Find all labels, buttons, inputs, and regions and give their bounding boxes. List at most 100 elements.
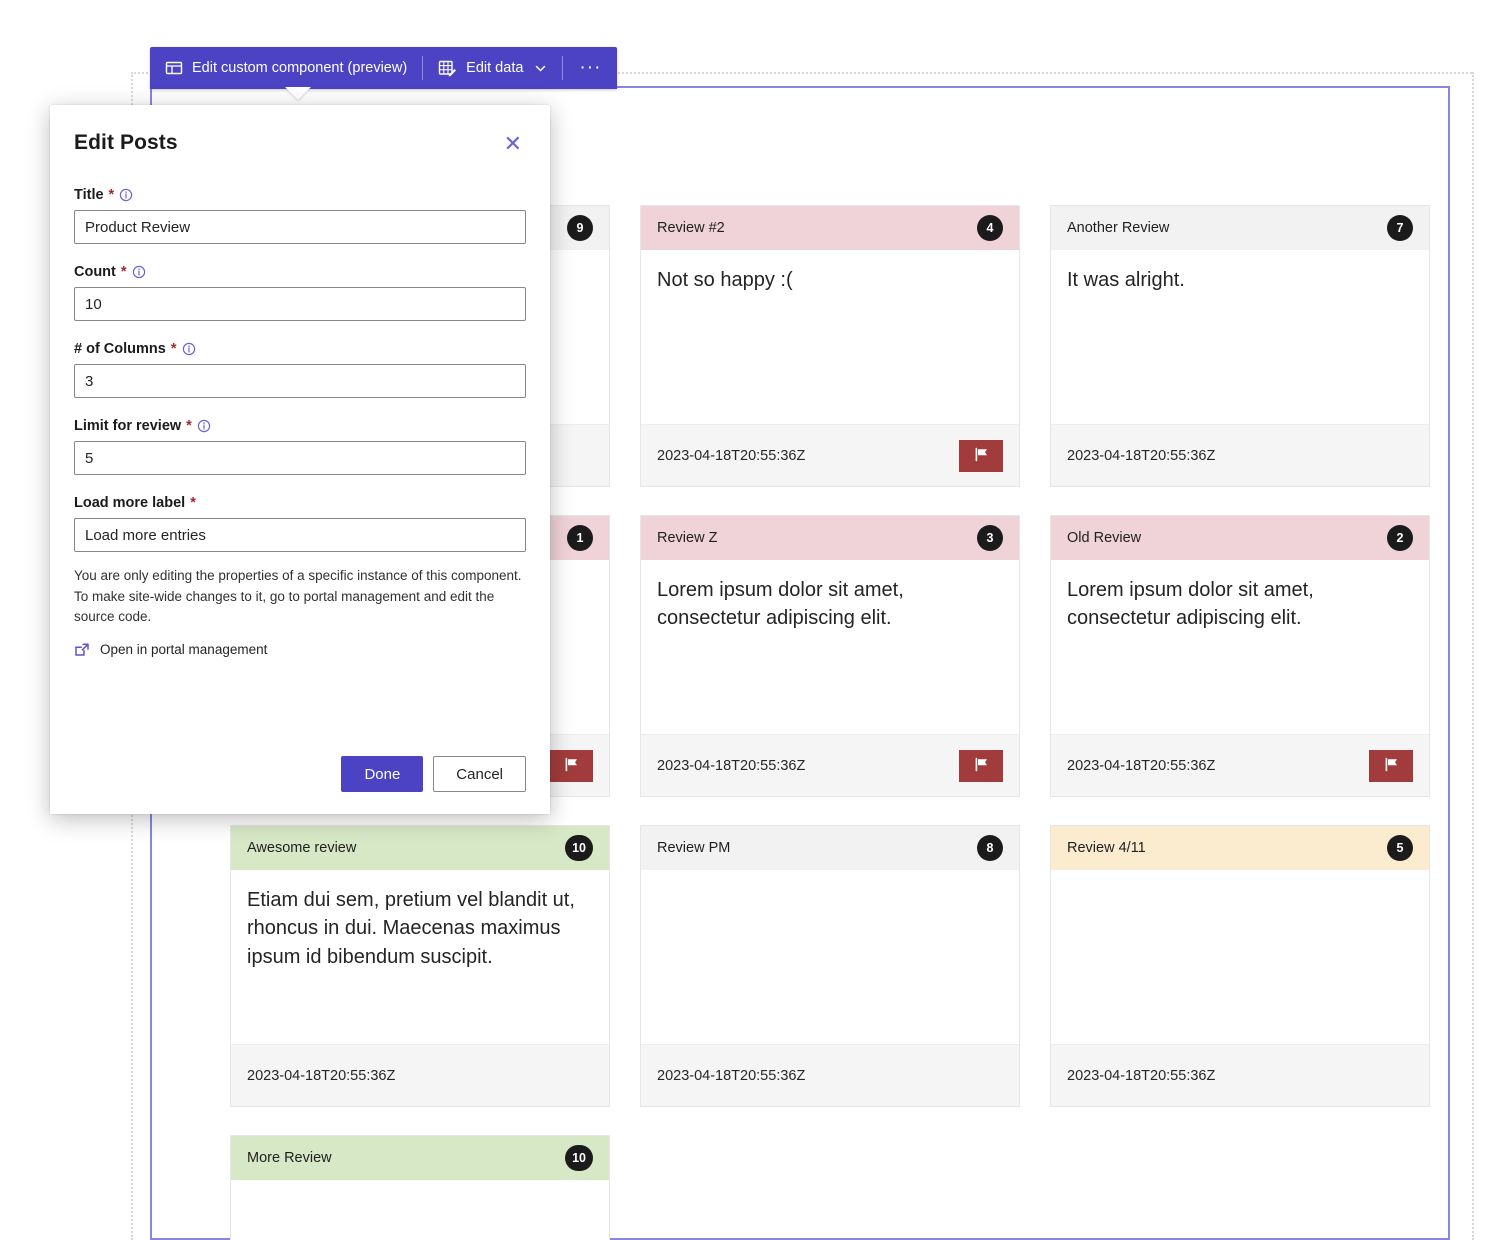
rating-badge: 2 <box>1387 525 1413 551</box>
post-card-footer: 2023-04-18T20:55:36Z <box>231 1044 609 1106</box>
field-label-count: Count * <box>74 264 526 280</box>
portal-link-label: Open in portal management <box>100 642 268 658</box>
flag-button[interactable] <box>1369 749 1413 782</box>
post-card-footer: 2023-04-18T20:55:36Z <box>641 734 1019 796</box>
label-text: Limit for review <box>74 418 182 434</box>
rating-badge: 8 <box>977 835 1003 861</box>
post-card-title: Review Z <box>657 530 718 546</box>
post-timestamp: 2023-04-18T20:55:36Z <box>657 447 806 464</box>
dialog-title: Edit Posts <box>74 131 178 154</box>
edit-data-button[interactable]: Edit data <box>423 47 562 89</box>
field-load-more-label: Load more label * <box>74 495 526 552</box>
field-count: Count * <box>74 264 526 321</box>
post-card[interactable]: Another Review 7 It was alright. 2023-04-18… <box>1050 205 1430 487</box>
post-card-title: Another Review <box>1067 220 1170 236</box>
post-card-header: Review Z 3 <box>641 516 1019 560</box>
close-icon[interactable]: ✕ <box>500 131 526 157</box>
post-card-header: Review 4/11 5 <box>1051 826 1429 870</box>
post-card-header: Awesome review 10 <box>231 826 609 870</box>
field-limit: Limit for review * <box>74 418 526 475</box>
post-card-body: Not so happy :( <box>657 269 793 291</box>
done-button[interactable]: Done <box>341 756 424 792</box>
title-input[interactable] <box>74 210 526 244</box>
post-card-footer: 2023-04-18T20:55:36Z <box>1051 1044 1429 1106</box>
post-card-header: Another Review 7 <box>1051 206 1429 250</box>
component-context-toolbar: Edit custom component (preview) Edit dat… <box>150 47 618 89</box>
rating-badge: 4 <box>977 215 1003 241</box>
edit-custom-component-button[interactable]: Edit custom component (preview) <box>150 47 422 89</box>
rating-badge: 10 <box>565 835 593 861</box>
cancel-button[interactable]: Cancel <box>433 756 526 792</box>
post-card[interactable]: Review #2 4 Not so happy :( 2023-04-18T20:5… <box>640 205 1020 487</box>
section-guide-right <box>1472 72 1474 1240</box>
post-card[interactable]: More Review 10 <box>230 1135 610 1240</box>
rating-badge: 5 <box>1387 835 1413 861</box>
columns-input[interactable] <box>74 364 526 398</box>
external-link-icon <box>74 642 90 658</box>
post-card-body <box>641 870 1019 1044</box>
info-icon[interactable] <box>132 265 146 279</box>
post-timestamp: 2023-04-18T20:55:36Z <box>657 1067 806 1084</box>
post-card-footer: 2023-04-18T20:55:36Z <box>1051 734 1429 796</box>
dialog-helper-text: You are only editing the properties of a… <box>74 568 522 625</box>
required-asterisk: * <box>186 418 192 434</box>
field-label-title: Title * <box>74 187 526 203</box>
toolbar-pointer <box>285 87 311 100</box>
table-edit-icon <box>438 59 457 78</box>
post-card-body <box>231 1180 609 1240</box>
flag-button[interactable] <box>549 749 593 782</box>
field-title: Title * <box>74 187 526 244</box>
dialog-actions: Done Cancel <box>74 756 526 792</box>
field-label-load-more-label: Load more label * <box>74 495 526 511</box>
post-card-body: Lorem ipsum dolor sit amet, consectetur … <box>657 579 904 630</box>
post-timestamp: 2023-04-18T20:55:36Z <box>1067 757 1216 774</box>
post-card-header: Review #2 4 <box>641 206 1019 250</box>
field-label-columns: # of Columns * <box>74 341 526 357</box>
post-timestamp: 2023-04-18T20:55:36Z <box>1067 1067 1216 1084</box>
post-card-title: Review #2 <box>657 220 725 236</box>
required-asterisk: * <box>190 495 196 511</box>
rating-badge: 7 <box>1387 215 1413 241</box>
post-card[interactable]: Review 4/11 5 2023-04-18T20:55:36Z <box>1050 825 1430 1107</box>
label-text: Load more label <box>74 495 186 511</box>
post-card-title: More Review <box>247 1150 332 1166</box>
post-card[interactable]: Review Z 3 Lorem ipsum dolor sit amet, con… <box>640 515 1020 797</box>
open-in-portal-management-link[interactable]: Open in portal management <box>74 642 526 658</box>
post-card-title: Awesome review <box>247 840 357 856</box>
flag-icon <box>973 446 990 466</box>
more-options-button[interactable]: ··· <box>563 47 617 89</box>
rating-badge: 10 <box>565 1145 593 1171</box>
post-card[interactable]: Old Review 2 Lorem ipsum dolor sit amet, c… <box>1050 515 1430 797</box>
required-asterisk: * <box>120 264 127 280</box>
field-columns: # of Columns * <box>74 341 526 398</box>
info-icon[interactable] <box>182 342 196 356</box>
post-timestamp: 2023-04-18T20:55:36Z <box>247 1067 396 1084</box>
label-text: # of Columns <box>74 341 166 357</box>
info-icon[interactable] <box>119 188 133 202</box>
load-more-label-input[interactable] <box>74 518 526 552</box>
flag-button[interactable] <box>959 439 1003 472</box>
label-text: Title <box>74 187 104 203</box>
chevron-down-icon <box>534 62 547 75</box>
flag-button[interactable] <box>959 749 1003 782</box>
info-icon[interactable] <box>197 419 211 433</box>
flag-icon <box>563 756 580 776</box>
edit-data-label: Edit data <box>466 60 524 76</box>
limit-input[interactable] <box>74 441 526 475</box>
rating-badge: 3 <box>977 525 1003 551</box>
rating-badge: 9 <box>567 215 593 241</box>
label-text: Count <box>74 264 116 280</box>
count-input[interactable] <box>74 287 526 321</box>
rating-badge: 1 <box>567 525 593 551</box>
edit-posts-dialog: Edit Posts ✕ Title*Count*# of Columns*Li… <box>50 105 550 814</box>
component-icon <box>165 59 183 77</box>
post-card-title: Old Review <box>1067 530 1142 546</box>
post-card-footer: 2023-04-18T20:55:36Z <box>1051 424 1429 486</box>
post-card-header: More Review 10 <box>231 1136 609 1180</box>
post-card[interactable]: Awesome review 10 Etiam dui sem, pretium v… <box>230 825 610 1107</box>
edit-custom-component-label: Edit custom component (preview) <box>192 60 408 76</box>
post-card[interactable]: Review PM 8 2023-04-18T20:55:36Z <box>640 825 1020 1107</box>
flag-icon <box>973 756 990 776</box>
post-card-body: It was alright. <box>1067 269 1185 291</box>
post-card-footer: 2023-04-18T20:55:36Z <box>641 424 1019 486</box>
